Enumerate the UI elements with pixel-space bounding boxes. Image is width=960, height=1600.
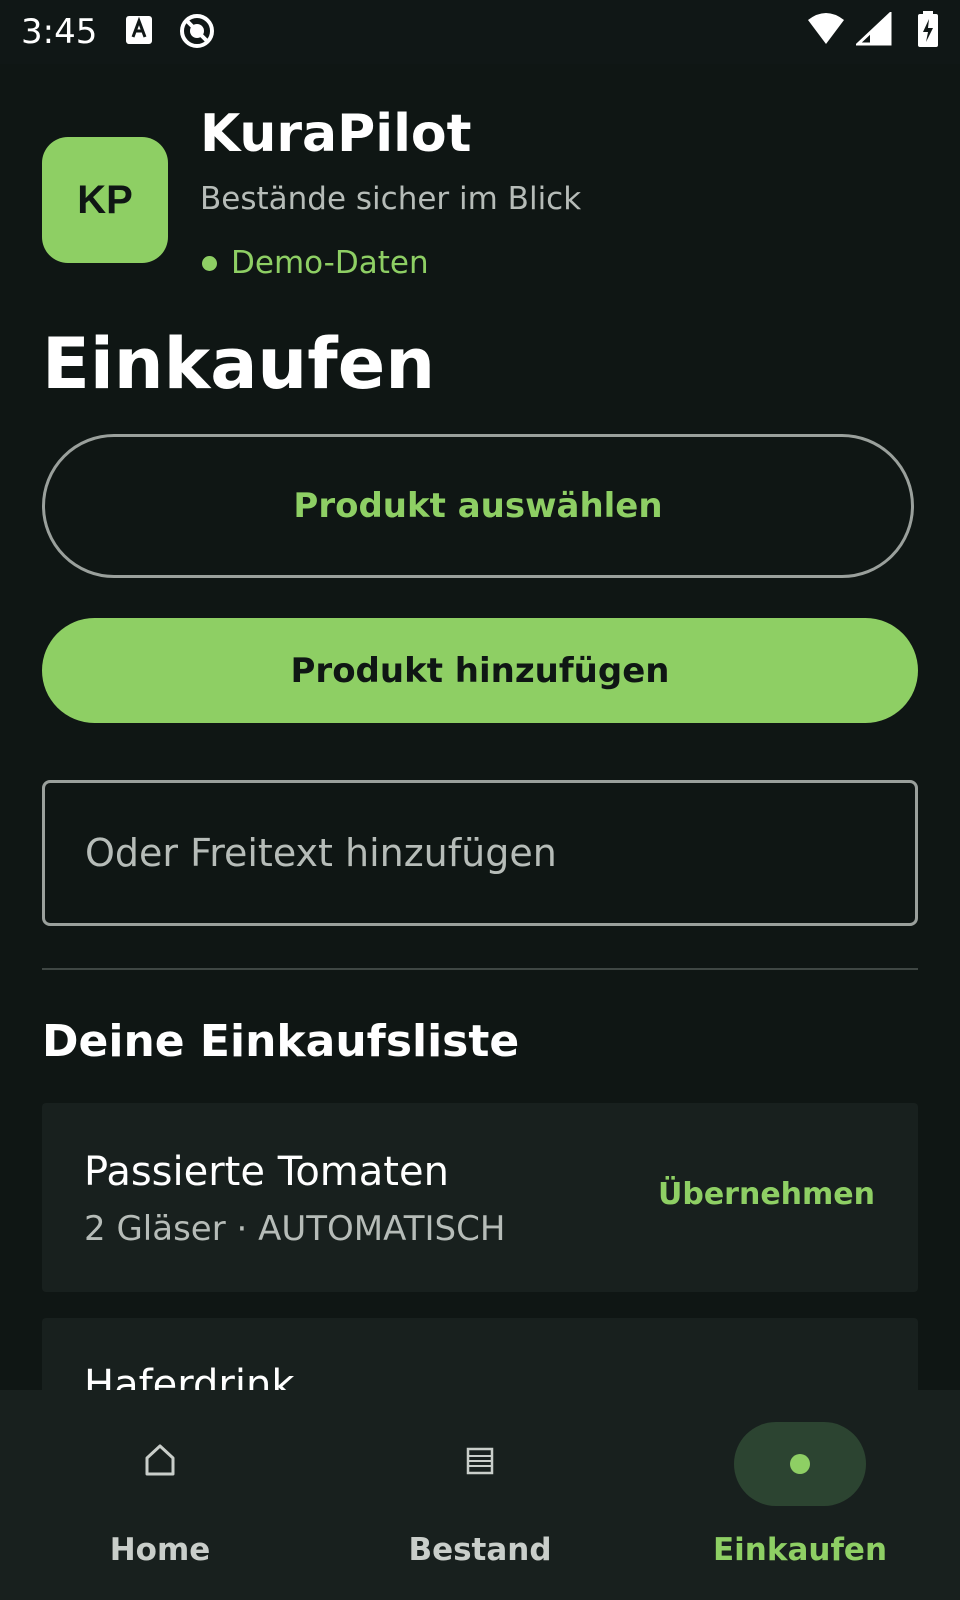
battery-charging-icon <box>916 10 940 53</box>
shopping-list-title: Deine Einkaufsliste <box>42 1016 520 1067</box>
home-icon <box>143 1442 177 1487</box>
demo-data-label: Demo-Daten <box>231 245 429 281</box>
nav-icon-container <box>414 1422 546 1506</box>
select-product-label: Produkt auswählen <box>293 486 663 526</box>
select-product-button[interactable]: Produkt auswählen <box>42 434 914 578</box>
add-product-button[interactable]: Produkt hinzufügen <box>42 618 918 723</box>
app-title: KuraPilot <box>200 104 472 164</box>
nav-item-home[interactable]: Home <box>0 1390 320 1600</box>
status-dot-icon <box>202 255 217 271</box>
status-time: 3:45 <box>21 12 98 52</box>
app-logo: KP <box>42 137 168 263</box>
list-item[interactable]: Passierte Tomaten 2 Gläser · AUTOMATISCH… <box>42 1103 918 1292</box>
nav-icon-container-active <box>734 1422 866 1506</box>
nav-item-bestand[interactable]: Bestand <box>320 1390 640 1600</box>
page-title: Einkaufen <box>42 323 436 405</box>
dot-icon <box>790 1454 810 1474</box>
divider <box>42 968 918 970</box>
list-icon <box>465 1444 495 1485</box>
demo-data-badge: Demo-Daten <box>200 245 429 281</box>
nav-item-einkaufen[interactable]: Einkaufen <box>640 1390 960 1600</box>
freitext-input[interactable] <box>42 780 918 926</box>
nav-label-home: Home <box>109 1532 211 1568</box>
item-name: Passierte Tomaten <box>84 1149 449 1195</box>
cellular-signal-icon <box>854 10 892 51</box>
app-subtitle: Bestände sicher im Blick <box>200 181 582 217</box>
apply-item-button[interactable]: Übernehmen <box>658 1177 875 1212</box>
add-product-label: Produkt hinzufügen <box>290 650 670 691</box>
nav-icon-container <box>94 1422 226 1506</box>
nav-label-einkaufen: Einkaufen <box>712 1532 888 1568</box>
nav-label-bestand: Bestand <box>408 1532 552 1568</box>
bottom-navigation: Home Bestand Einkaufen <box>0 1390 960 1600</box>
wifi-icon <box>806 10 846 51</box>
do-not-disturb-icon <box>178 12 216 55</box>
item-meta: 2 Gläser · AUTOMATISCH <box>84 1209 506 1249</box>
status-bar: 3:45 <box>0 0 960 64</box>
text-input-icon <box>124 12 154 53</box>
